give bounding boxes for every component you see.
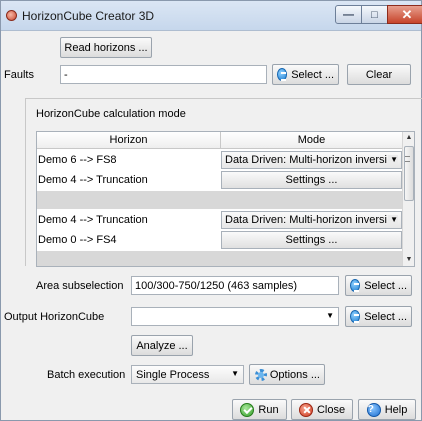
area-select-button[interactable]: Select ...: [345, 275, 412, 296]
area-subselection-field[interactable]: 100/300-750/1250 (463 samples): [131, 276, 339, 295]
help-button[interactable]: ? Help: [358, 399, 416, 420]
faults-field[interactable]: -: [60, 65, 267, 84]
faults-label: Faults: [4, 69, 34, 81]
mode-combo[interactable]: Data Driven: Multi-horizon inversi ▼: [221, 151, 402, 169]
horizon-cell: Demo 6 --> FS8: [38, 154, 117, 166]
maximize-button[interactable]: □: [361, 5, 388, 24]
batch-execution-combo[interactable]: Single Process ▼: [131, 365, 244, 384]
chevron-down-icon: ▼: [231, 369, 239, 378]
mode-combo-value: Data Driven: Multi-horizon inversi: [225, 154, 387, 166]
scroll-up-icon[interactable]: ▲: [403, 132, 414, 144]
batch-execution-value: Single Process: [136, 369, 210, 381]
help-icon: ?: [366, 402, 381, 417]
table-row[interactable]: Demo 6 --> FS8 Data Driven: Multi-horizo…: [37, 150, 403, 170]
batch-execution-label: Batch execution: [47, 369, 126, 381]
horizon-cell: Demo 4 --> Truncation: [38, 174, 148, 186]
chevron-down-icon: ▼: [326, 311, 334, 320]
table-row[interactable]: Demo 4 --> Truncation Data Driven: Multi…: [37, 210, 403, 230]
help-label: Help: [384, 403, 408, 416]
run-check-icon: [240, 402, 255, 417]
close-button[interactable]: Close: [291, 399, 353, 420]
run-button[interactable]: Run: [232, 399, 287, 420]
row-separator: [37, 191, 403, 209]
mode-combo-value: Data Driven: Multi-horizon inversi: [225, 214, 387, 226]
close-x-icon: [298, 402, 313, 417]
settings-button[interactable]: Settings ...: [221, 171, 402, 189]
area-select-label: Select ...: [364, 279, 407, 292]
table-row[interactable]: Demo 4 --> Truncation Settings ...: [37, 170, 403, 190]
run-label: Run: [258, 403, 279, 416]
analyze-button[interactable]: Analyze ...: [131, 335, 193, 356]
calc-mode-group-label: HorizonCube calculation mode: [36, 108, 186, 120]
calc-mode-table: Horizon Mode Demo 6 --> FS8 Data Driven:…: [36, 131, 415, 267]
select-icon: [350, 279, 361, 292]
read-horizons-button[interactable]: Read horizons ...: [60, 37, 152, 58]
output-horizoncube-label: Output HorizonCube: [4, 311, 105, 323]
horizon-column-header[interactable]: Horizon: [37, 132, 221, 149]
faults-select-label: Select ...: [291, 68, 334, 81]
output-horizoncube-combo[interactable]: ▼: [131, 307, 339, 326]
gear-icon: [254, 368, 267, 382]
close-label: Close: [316, 403, 346, 416]
mode-combo[interactable]: Data Driven: Multi-horizon inversi ▼: [221, 211, 402, 229]
title-bar[interactable]: HorizonCube Creator 3D — □ ✕: [1, 1, 422, 31]
scrollbar-grip-icon: [405, 156, 410, 162]
window-title: HorizonCube Creator 3D: [22, 9, 155, 23]
chevron-down-icon: ▼: [388, 155, 398, 164]
scrollbar-thumb[interactable]: [404, 146, 414, 201]
table-scrollbar[interactable]: ▲ ▼: [402, 132, 414, 266]
horizon-cell: Demo 4 --> Truncation: [38, 214, 148, 226]
chevron-down-icon: ▼: [388, 215, 398, 224]
close-icon: ✕: [401, 6, 413, 22]
mode-column-header[interactable]: Mode: [221, 132, 403, 149]
minimize-button[interactable]: —: [335, 5, 362, 24]
options-label: Options ...: [269, 368, 320, 381]
faults-select-button[interactable]: Select ...: [272, 64, 339, 85]
horizon-cell: Demo 0 --> FS4: [38, 234, 117, 246]
settings-button[interactable]: Settings ...: [221, 231, 402, 249]
select-icon: [277, 68, 288, 81]
output-select-label: Select ...: [364, 310, 407, 323]
select-icon: [350, 310, 361, 323]
maximize-icon: □: [371, 8, 378, 21]
horizoncube-creator-window: HorizonCube Creator 3D — □ ✕ Read horizo…: [0, 0, 422, 421]
window-close-button[interactable]: ✕: [387, 5, 422, 24]
row-separator: [37, 251, 403, 266]
options-button[interactable]: Options ...: [249, 364, 325, 385]
app-icon: [6, 10, 17, 21]
minimize-icon: —: [343, 8, 354, 21]
output-select-button[interactable]: Select ...: [345, 306, 412, 327]
table-row[interactable]: Demo 0 --> FS4 Settings ...: [37, 230, 403, 250]
faults-clear-button[interactable]: Clear: [347, 64, 411, 85]
area-subselection-label: Area subselection: [36, 280, 124, 292]
scroll-down-icon[interactable]: ▼: [403, 254, 414, 266]
